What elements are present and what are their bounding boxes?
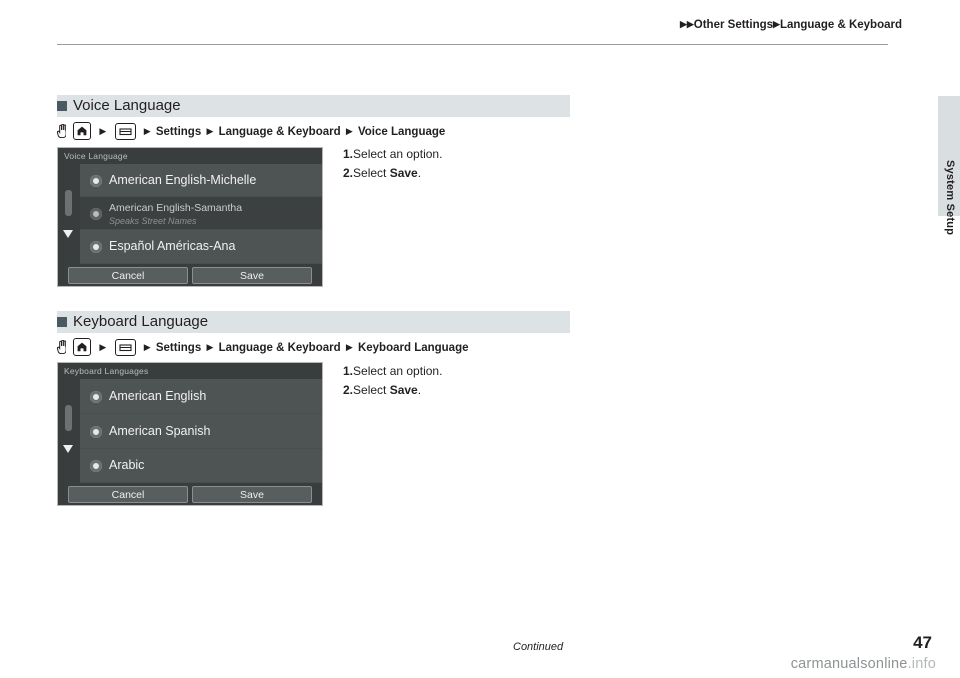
page-header: ▶▶Other Settings▶Language & Keyboard bbox=[0, 0, 960, 48]
step-emphasis: Save bbox=[389, 383, 418, 397]
list-item[interactable]: American Spanish bbox=[80, 414, 322, 449]
steps-voice-language: 1.Select an option. 2.Select Save. bbox=[343, 145, 442, 183]
path-item-settings: Settings bbox=[155, 126, 202, 139]
settings-menu-icon bbox=[114, 338, 136, 356]
square-bullet-icon bbox=[57, 101, 67, 111]
radio-button-icon[interactable] bbox=[90, 241, 102, 253]
watermark: carmanualsonline.info bbox=[791, 656, 936, 672]
save-button[interactable]: Save bbox=[192, 267, 312, 284]
path-arrow-1: ▶ bbox=[99, 342, 107, 353]
section-heading-voice-language: Voice Language bbox=[57, 95, 570, 117]
screen-scrollbar[interactable] bbox=[58, 164, 80, 264]
radio-button-icon[interactable] bbox=[90, 460, 102, 472]
hand-press-icon bbox=[56, 123, 67, 139]
breadcrumb-arrow-2: ▶ bbox=[686, 19, 694, 29]
list-item[interactable]: American English-Michelle bbox=[80, 164, 322, 197]
section-title: Voice Language bbox=[73, 97, 181, 114]
screen-title: Voice Language bbox=[64, 151, 128, 161]
list-item[interactable]: Español Américas-Ana bbox=[80, 230, 322, 264]
breadcrumb-item-other-settings: Other Settings bbox=[693, 19, 774, 31]
path-item-keyboard-language: Keyboard Language bbox=[357, 342, 469, 355]
section-heading-keyboard-language: Keyboard Language bbox=[57, 311, 570, 333]
home-button-icon bbox=[73, 338, 92, 356]
screen-title: Keyboard Languages bbox=[64, 366, 149, 376]
step-emphasis: Save bbox=[389, 166, 418, 180]
section-title: Keyboard Language bbox=[73, 313, 209, 330]
step-text: Select bbox=[353, 383, 390, 397]
continued-label: Continued bbox=[513, 641, 564, 653]
steps-keyboard-language: 1.Select an option. 2.Select Save. bbox=[343, 362, 442, 400]
voice-language-screen-capture: Voice Language American English-Michelle… bbox=[57, 147, 323, 287]
save-button[interactable]: Save bbox=[192, 486, 312, 503]
step-number: 2. bbox=[343, 166, 354, 180]
scrollbar-thumb[interactable] bbox=[65, 190, 72, 216]
screen-scrollbar[interactable] bbox=[58, 379, 80, 483]
radio-button-icon[interactable] bbox=[90, 175, 102, 187]
list-item[interactable]: Arabic bbox=[80, 449, 322, 483]
cancel-button[interactable]: Cancel bbox=[68, 267, 188, 284]
path-arrow-2: ▶ bbox=[143, 126, 151, 137]
path-arrow-2: ▶ bbox=[143, 342, 151, 353]
step-tail: . bbox=[417, 383, 422, 397]
radio-button-icon[interactable] bbox=[90, 208, 102, 220]
step-text: Select an option. bbox=[353, 364, 443, 378]
step-number: 1. bbox=[343, 147, 354, 161]
home-button-icon bbox=[73, 122, 92, 140]
breadcrumb-arrow-1: ▶ bbox=[679, 19, 687, 29]
scrollbar-thumb[interactable] bbox=[65, 405, 72, 431]
hand-press-icon bbox=[56, 339, 67, 355]
step-2: 2.Select Save. bbox=[343, 381, 442, 400]
nav-path-voice-language: ▶ ▶ Settings ▶ Language & Keyboard ▶ Voi… bbox=[56, 122, 446, 141]
screen-button-row: Cancel Save bbox=[58, 483, 322, 505]
step-text: Select bbox=[353, 166, 390, 180]
list-item-label: American English-Michelle bbox=[109, 173, 257, 187]
list-item-label: American Spanish bbox=[109, 424, 211, 438]
step-tail: . bbox=[417, 166, 422, 180]
radio-button-icon[interactable] bbox=[90, 426, 102, 438]
scroll-down-arrow-icon[interactable] bbox=[63, 230, 73, 238]
path-arrow-4: ▶ bbox=[345, 342, 353, 353]
keyboard-language-screen-capture: Keyboard Languages American English Amer… bbox=[57, 362, 323, 506]
step-text: Select an option. bbox=[353, 147, 443, 161]
list-item[interactable]: American English bbox=[80, 379, 322, 414]
path-arrow-3: ▶ bbox=[206, 126, 214, 137]
breadcrumb-item-language-keyboard: Language & Keyboard bbox=[779, 19, 902, 31]
list-item-label: Español Américas-Ana bbox=[109, 239, 236, 253]
side-tab-label: System Setup bbox=[944, 160, 956, 236]
path-arrow-4: ▶ bbox=[345, 126, 353, 137]
step-number: 2. bbox=[343, 383, 354, 397]
page-number: 47 bbox=[913, 633, 932, 652]
list-item-label: Arabic bbox=[109, 458, 145, 472]
watermark-main: carmanualsonline bbox=[790, 656, 908, 672]
breadcrumb: ▶▶Other Settings▶Language & Keyboard bbox=[680, 19, 902, 31]
path-item-language-keyboard: Language & Keyboard bbox=[218, 342, 341, 355]
path-item-voice-language: Voice Language bbox=[357, 126, 446, 139]
step-2: 2.Select Save. bbox=[343, 164, 442, 183]
step-1: 1.Select an option. bbox=[343, 145, 442, 164]
list-item[interactable]: American English-Samantha Speaks Street … bbox=[80, 197, 322, 230]
path-arrow-1: ▶ bbox=[99, 126, 107, 137]
list-item-sublabel: Speaks Street Names bbox=[109, 216, 197, 226]
path-arrow-3: ▶ bbox=[206, 342, 214, 353]
step-number: 1. bbox=[343, 364, 354, 378]
breadcrumb-arrow-3: ▶ bbox=[773, 19, 780, 29]
path-item-language-keyboard: Language & Keyboard bbox=[218, 126, 341, 139]
list-item-label: American English-Samantha bbox=[109, 202, 243, 214]
watermark-domain: .info bbox=[907, 656, 936, 672]
square-bullet-icon bbox=[57, 317, 67, 327]
screen-button-row: Cancel Save bbox=[58, 264, 322, 286]
cancel-button[interactable]: Cancel bbox=[68, 486, 188, 503]
scroll-down-arrow-icon[interactable] bbox=[63, 445, 73, 453]
header-divider bbox=[57, 44, 888, 45]
nav-path-keyboard-language: ▶ ▶ Settings ▶ Language & Keyboard ▶ Key… bbox=[56, 338, 469, 357]
radio-button-icon[interactable] bbox=[90, 391, 102, 403]
list-item-label: American English bbox=[109, 389, 207, 403]
path-item-settings: Settings bbox=[155, 342, 202, 355]
settings-menu-icon bbox=[114, 122, 136, 140]
step-1: 1.Select an option. bbox=[343, 362, 442, 381]
